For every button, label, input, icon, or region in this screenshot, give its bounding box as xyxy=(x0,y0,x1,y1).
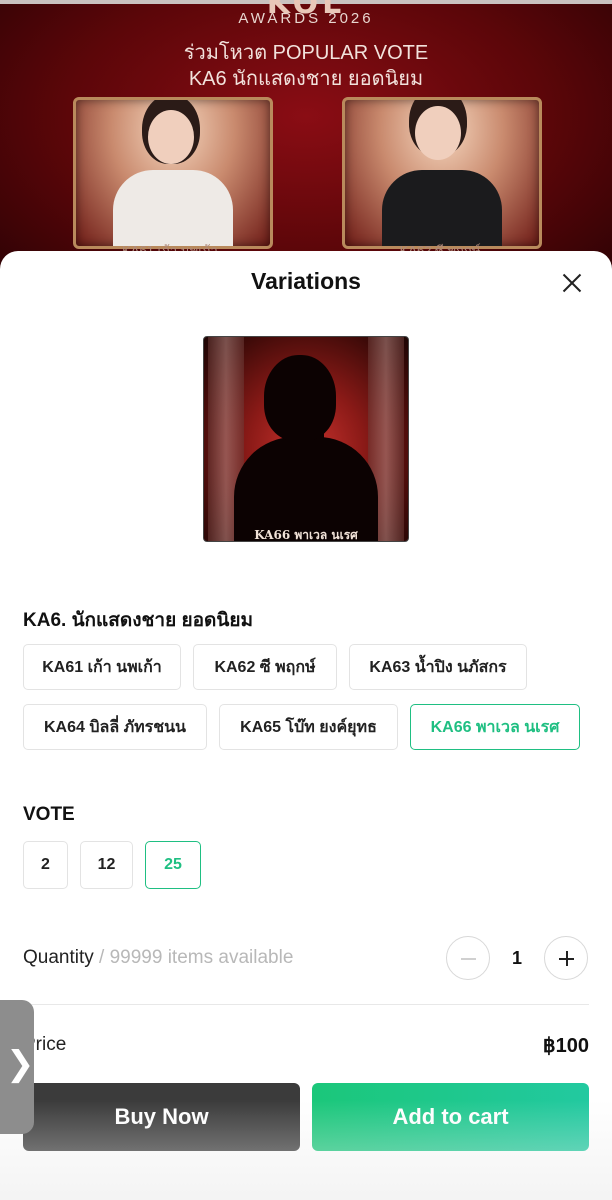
variation-option-ka63[interactable]: KA63 น้ำปิง นภัสกร xyxy=(349,644,527,690)
add-to-cart-button[interactable]: Add to cart xyxy=(312,1083,589,1151)
variation-option-ka66-selected[interactable]: KA66 พาเวล นเรศ xyxy=(410,704,580,750)
banner-awards-text: AWARDS 2026 xyxy=(238,10,374,27)
candidate-photo-left xyxy=(73,97,273,249)
quantity-value[interactable]: 1 xyxy=(500,948,534,969)
side-expand-tab[interactable]: ❯ xyxy=(0,1000,35,1134)
variation-option-ka64[interactable]: KA64 บิลลี่ ภัทรชนน xyxy=(23,704,207,750)
product-image-caption: KA66 พาเวล นเรศ xyxy=(254,528,358,542)
vote-option-25-selected[interactable]: 25 xyxy=(145,841,201,889)
variation-option-ka65[interactable]: KA65 โบ๊ท ยงค์ยุทธ xyxy=(219,704,398,750)
candidate-photo-right xyxy=(342,97,542,249)
variation-option-ka62[interactable]: KA62 ซี พฤกษ์ xyxy=(193,644,337,690)
banner-subheadline: KA6 นักแสดงชาย ยอดนิยม xyxy=(188,68,424,90)
person-face xyxy=(148,110,194,164)
vote-option-2[interactable]: 2 xyxy=(23,841,68,889)
sheet-title: Variations xyxy=(251,268,361,294)
quantity-decrement-button[interactable] xyxy=(446,936,490,980)
divider xyxy=(23,1004,589,1005)
variation-group-label: KA6. นักแสดงชาย ยอดนิยม xyxy=(23,610,254,631)
person-face xyxy=(415,106,461,160)
price-value: ฿100 xyxy=(542,1035,589,1057)
person-body xyxy=(382,170,502,246)
chevron-right-icon: ❯ xyxy=(6,1044,35,1084)
quantity-label: Quantity / 99999 items available xyxy=(23,947,293,969)
person-body xyxy=(113,170,233,246)
quantity-increment-button[interactable] xyxy=(544,936,588,980)
quantity-available: / 99999 items available xyxy=(93,947,294,968)
event-banner: KOL AWARDS 2026 ร่วมโหวต POPULAR VOTE KA… xyxy=(0,0,612,290)
variations-sheet: Variations KA66 พาเวล นเรศ KA6. นักแสดงช… xyxy=(0,251,612,1200)
quantity-label-text: Quantity xyxy=(23,947,94,968)
silhouette-head xyxy=(264,355,336,441)
buy-now-button[interactable]: Buy Now xyxy=(23,1083,300,1151)
variation-option-ka61[interactable]: KA61 เก้า นพเก้า xyxy=(23,644,181,690)
close-icon[interactable] xyxy=(556,267,588,299)
vote-group-label: VOTE xyxy=(23,804,75,825)
product-image: KA66 พาเวล นเรศ xyxy=(203,336,409,542)
vote-option-12[interactable]: 12 xyxy=(80,841,133,889)
